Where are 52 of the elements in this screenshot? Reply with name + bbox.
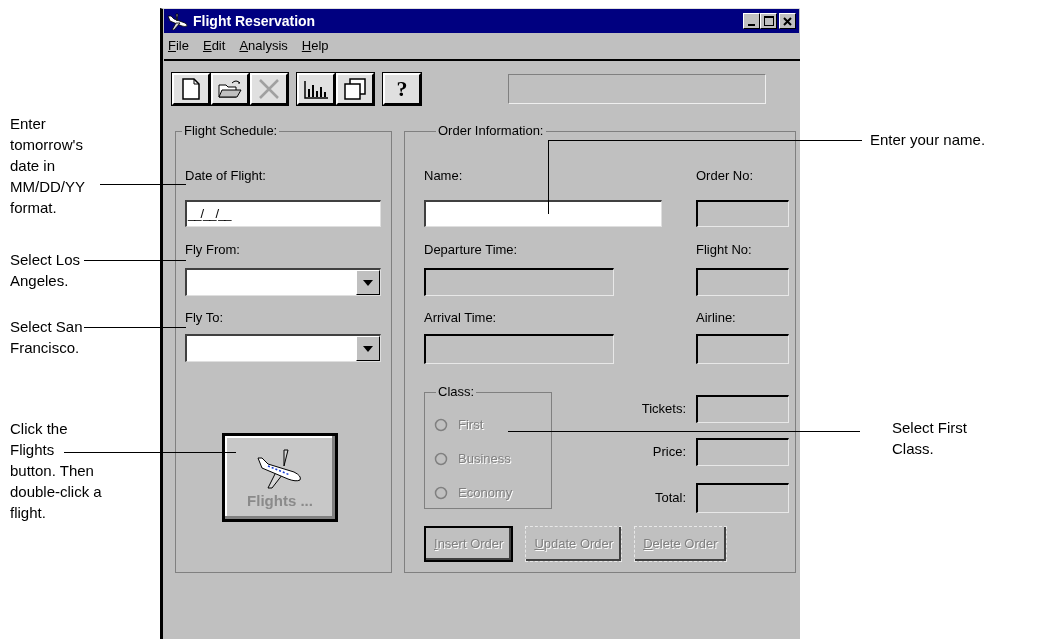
minimize-icon bbox=[748, 23, 755, 26]
dropdown-field[interactable] bbox=[185, 268, 381, 296]
callout-text: Select Los Angeles. bbox=[10, 250, 81, 291]
dropdown-arrow-icon bbox=[363, 279, 373, 286]
folder-icon bbox=[218, 79, 242, 99]
field-label: Departure Time: bbox=[424, 242, 519, 258]
window-title: Flight Reservation bbox=[193, 13, 316, 29]
close-button[interactable] bbox=[779, 13, 796, 29]
cross-icon bbox=[258, 78, 280, 100]
toolbar-button[interactable]: ? bbox=[383, 73, 421, 105]
menu-item[interactable]: Help bbox=[301, 36, 329, 56]
field-label: Total: bbox=[654, 490, 686, 506]
field-label: Price: bbox=[652, 444, 686, 460]
menu-item[interactable]: Edit bbox=[202, 36, 226, 56]
field-label: Name: bbox=[424, 168, 464, 184]
callout-text: Select San Francisco. bbox=[10, 317, 83, 358]
toolbar-button[interactable] bbox=[172, 73, 210, 105]
toolbar-button[interactable] bbox=[297, 73, 335, 105]
group-title: Class: bbox=[437, 384, 476, 400]
field-label: Date of Flight: bbox=[185, 168, 267, 184]
maximize-button[interactable] bbox=[760, 13, 777, 29]
callout-text: Enter tomorrow's date in MM/DD/YY format. bbox=[10, 114, 85, 218]
callout-text: Select First Class. bbox=[892, 418, 967, 459]
menu-item[interactable]: File bbox=[168, 36, 189, 56]
new-document-icon bbox=[182, 78, 200, 100]
radio-label: Business bbox=[458, 451, 511, 467]
field-label: Airline: bbox=[696, 310, 737, 326]
close-icon bbox=[783, 16, 792, 26]
maximize-icon bbox=[763, 16, 774, 26]
field-label: Tickets: bbox=[641, 401, 686, 417]
date-field[interactable]: __/__/__ bbox=[185, 200, 381, 227]
text-field[interactable] bbox=[424, 200, 662, 227]
minimize-button[interactable] bbox=[743, 13, 760, 29]
copy-icon bbox=[343, 78, 367, 100]
toolbar-button[interactable] bbox=[211, 73, 249, 105]
field-label: Fly From: bbox=[185, 242, 241, 258]
group-title: Flight Schedule: bbox=[183, 123, 279, 139]
airplane-icon bbox=[167, 12, 189, 30]
dropdown-arrow-icon bbox=[363, 345, 373, 352]
field-label: Order No: bbox=[696, 168, 755, 184]
field-label: Arrival Time: bbox=[424, 310, 498, 326]
radio-label: Economy bbox=[458, 485, 513, 501]
bar-chart-icon bbox=[303, 79, 329, 99]
group-title: Order Information: bbox=[437, 123, 545, 139]
field-label: Fly To: bbox=[185, 310, 225, 326]
callout-text: Click the Flights button. Then double-click a flight. bbox=[10, 419, 102, 523]
radio-label: First bbox=[458, 417, 484, 433]
field-label: Flight No: bbox=[696, 242, 753, 258]
dropdown-field[interactable] bbox=[185, 334, 381, 362]
callout-text: Enter your name. bbox=[870, 130, 986, 150]
toolbar-button[interactable] bbox=[336, 73, 374, 105]
menu-item[interactable]: Analysis bbox=[239, 36, 288, 56]
